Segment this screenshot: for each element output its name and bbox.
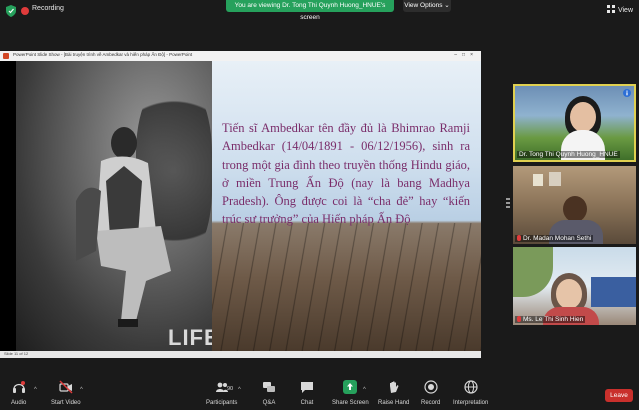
globe-icon <box>464 380 478 394</box>
leave-button[interactable]: Leave <box>605 389 633 402</box>
qa-button[interactable]: Q&A <box>262 380 276 406</box>
start-video-button[interactable]: Start Video <box>51 380 81 406</box>
view-options-label: View Options <box>404 2 443 9</box>
top-bar: Recording You are viewing Dr. Tong Thi Q… <box>0 0 639 22</box>
chevron-down-icon: ⌄ <box>444 2 450 9</box>
muted-mic-icon <box>517 316 521 322</box>
participant-name: Dr. Tong Thi Quynh Huong_HNUE <box>517 151 620 158</box>
wood-planks-decoration <box>212 223 481 351</box>
share-screen-icon <box>343 380 358 394</box>
share-screen-label: Share Screen <box>332 400 369 406</box>
participant-name-text: Ms. Le Thi Sinh Hien <box>523 316 584 323</box>
chat-icon <box>301 382 313 393</box>
participant-name: Dr. Madan Mohan Sethi <box>515 235 594 242</box>
presentation-slide: LIFE Tiến sĩ Ambedkar tên đầy đủ là Bhim… <box>0 61 481 351</box>
participant-face <box>563 196 587 222</box>
view-button[interactable]: View <box>606 5 633 14</box>
start-video-label: Start Video <box>51 400 81 406</box>
tree-foliage <box>513 247 553 297</box>
seated-man-figure <box>76 127 171 327</box>
muted-mic-icon <box>517 235 521 241</box>
participant-face <box>556 279 582 309</box>
share-screen-button[interactable]: Share Screen <box>332 380 369 406</box>
ambedkar-photo: LIFE <box>16 61 219 351</box>
raise-hand-icon <box>389 381 399 393</box>
record-label: Record <box>421 400 441 406</box>
record-icon <box>424 380 438 394</box>
record-button[interactable]: Record <box>421 380 440 406</box>
audio-options-caret-icon[interactable]: ^ <box>34 387 37 393</box>
slide-status-bar: Slide 11 of 12 <box>0 351 481 358</box>
wall-frame <box>549 172 561 186</box>
participant-name: Ms. Le Thi Sinh Hien <box>515 316 586 323</box>
participants-label: Participants <box>206 400 238 406</box>
participants-button[interactable]: Participants <box>206 380 237 406</box>
recording-label[interactable]: Recording <box>32 5 64 12</box>
audio-label: Audio <box>11 400 27 406</box>
security-shield-icon[interactable] <box>6 5 16 17</box>
participant-face <box>570 102 596 132</box>
grid-view-icon <box>606 5 615 13</box>
background-sign <box>591 277 636 307</box>
interpretation-button[interactable]: Interpretation <box>453 380 488 406</box>
view-label: View <box>617 7 633 14</box>
info-icon[interactable] <box>623 89 631 97</box>
participant-tile[interactable]: Dr. Madan Mohan Sethi <box>513 166 636 244</box>
window-controls: –□× <box>454 52 478 58</box>
participants-options-caret-icon[interactable]: ^ <box>238 387 241 393</box>
video-options-caret-icon[interactable]: ^ <box>80 387 83 393</box>
recording-dot-icon <box>21 7 29 15</box>
panel-resize-handle[interactable] <box>506 198 510 216</box>
chat-button[interactable]: Chat <box>300 380 314 406</box>
raise-hand-label: Raise Hand <box>378 400 410 406</box>
chat-label: Chat <box>300 400 314 406</box>
qa-label: Q&A <box>262 400 276 406</box>
share-options-caret-icon[interactable]: ^ <box>363 387 366 393</box>
view-options-button[interactable]: View Options ⌄ <box>403 0 451 12</box>
powerpoint-window-title: PowerPoint Slide Show - [Bài truyện trìn… <box>13 52 193 57</box>
slide-counter: Slide 11 of 12 <box>4 351 29 356</box>
audio-button[interactable]: Audio <box>11 380 26 406</box>
meeting-toolbar: Audio ^ Start Video ^ Participants 90 ^ <box>0 378 639 410</box>
viewing-screen-banner: You are viewing Dr. Tong Thi Quynh Huong… <box>226 0 394 21</box>
participant-name-text: Dr. Madan Mohan Sethi <box>523 235 592 242</box>
participant-tile-speaker[interactable]: Dr. Tong Thi Quynh Huong_HNUE <box>513 84 636 162</box>
powerpoint-title-bar: PowerPoint Slide Show - [Bài truyện trìn… <box>0 51 481 61</box>
raise-hand-button[interactable]: Raise Hand <box>378 380 409 406</box>
participants-count: 90 <box>227 386 234 392</box>
zoom-meeting-window: Recording You are viewing Dr. Tong Thi Q… <box>0 0 639 410</box>
video-off-icon <box>59 380 73 394</box>
slide-body-text: Tiến sĩ Ambedkar tên đầy đủ là Bhimrao R… <box>222 121 470 227</box>
interpretation-label: Interpretation <box>453 400 489 406</box>
shared-screen[interactable]: PowerPoint Slide Show - [Bài truyện trìn… <box>0 51 481 358</box>
headphones-icon <box>12 381 25 393</box>
participant-tile[interactable]: Ms. Le Thi Sinh Hien <box>513 247 636 325</box>
participant-name-text: Dr. Tong Thi Quynh Huong_HNUE <box>519 151 618 158</box>
powerpoint-icon <box>3 53 9 59</box>
wall-frame <box>533 174 543 186</box>
qa-icon <box>263 382 275 392</box>
